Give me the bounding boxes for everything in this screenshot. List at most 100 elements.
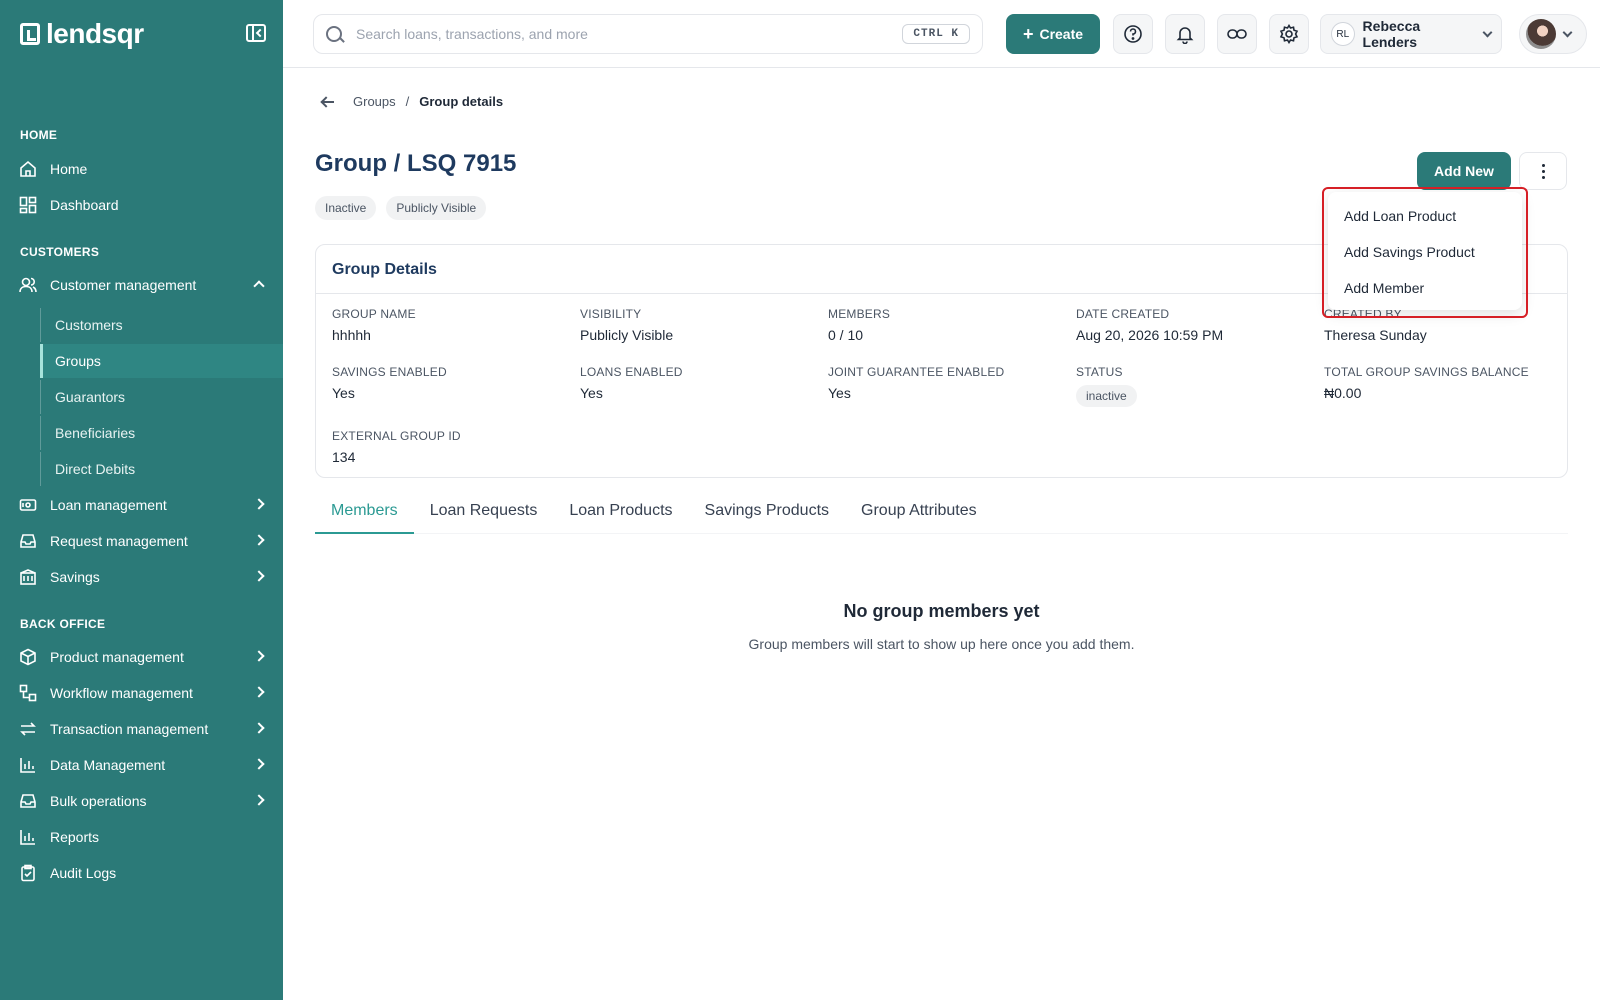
kebab-dot-icon	[1541, 163, 1545, 167]
sidebar-item-customer-management[interactable]: Customer management	[0, 268, 283, 302]
settings-button[interactable]	[1269, 14, 1309, 54]
sidebar-item-audit-logs[interactable]: Audit Logs	[0, 856, 283, 890]
sidebar-item-dashboard[interactable]: Dashboard	[0, 188, 283, 222]
breadcrumb-link-groups[interactable]: Groups	[353, 94, 396, 109]
dashboard-grid-icon	[18, 195, 38, 215]
tab-savings-products[interactable]: Savings Products	[689, 500, 846, 534]
breadcrumb-separator: /	[405, 94, 410, 109]
banknote-icon	[18, 495, 38, 515]
chevron-right-icon	[253, 650, 265, 662]
field-label: VISIBILITY	[580, 307, 642, 321]
tab-members[interactable]: Members	[315, 500, 414, 534]
links-button[interactable]	[1217, 14, 1257, 54]
search-icon	[326, 26, 342, 42]
field-visibility: VISIBILITY Publicly Visible	[580, 307, 673, 343]
clipboard-check-icon	[18, 863, 38, 883]
field-loans-enabled: LOANS ENABLED Yes	[580, 365, 683, 401]
section-home: HOME	[20, 128, 58, 142]
users-icon	[18, 275, 38, 295]
status-chips: Inactive Publicly Visible	[315, 196, 487, 220]
sidebar-item-label: Bulk operations	[50, 793, 147, 809]
inbox-icon	[18, 531, 38, 551]
bell-icon	[1176, 27, 1194, 44]
tab-group-attributes[interactable]: Group Attributes	[845, 500, 993, 534]
notifications-button[interactable]	[1165, 14, 1205, 54]
field-total-savings-balance: TOTAL GROUP SAVINGS BALANCE ₦0.00	[1324, 365, 1529, 401]
menu-item-add-member[interactable]: Add Member	[1328, 270, 1522, 306]
menu-item-add-savings-product[interactable]: Add Savings Product	[1328, 234, 1522, 270]
sidebar-subitem-direct-debits[interactable]: Direct Debits	[40, 452, 283, 486]
empty-state-title: No group members yet	[843, 601, 1040, 621]
field-value: Yes	[580, 385, 603, 401]
search-bar[interactable]: CTRL K	[313, 14, 983, 54]
sidebar-item-label: Customer management	[50, 277, 197, 293]
kebab-dot-icon	[1541, 175, 1545, 179]
gear-icon	[1279, 24, 1299, 44]
sidebar-item-data-management[interactable]: Data Management	[0, 748, 283, 782]
sidebar-item-reports[interactable]: Reports	[0, 820, 283, 854]
field-group-name: GROUP NAME hhhhh	[332, 307, 416, 343]
building-icon	[18, 567, 38, 587]
field-created-by: CREATED BY Theresa Sunday	[1324, 307, 1427, 343]
create-button-label: Create	[1039, 26, 1084, 42]
user-menu-button[interactable]: RL Rebecca Lenders	[1320, 14, 1502, 54]
house-icon	[18, 159, 38, 179]
logo-mark-icon	[20, 23, 40, 45]
user-initials: RL	[1331, 22, 1355, 46]
sidebar-item-label: Reports	[50, 829, 100, 845]
sidebar-subitem-customers[interactable]: Customers	[40, 308, 283, 342]
kebab-dot-icon	[1541, 169, 1545, 173]
link-icon	[1227, 29, 1247, 39]
avatar	[1526, 19, 1556, 49]
add-new-button[interactable]: Add New	[1417, 152, 1511, 190]
sidebar-item-label: Data Management	[50, 757, 166, 773]
sidebar-item-savings[interactable]: Savings	[0, 560, 283, 594]
plus-icon: +	[1022, 24, 1034, 44]
chevron-right-icon	[253, 570, 265, 582]
page-title: Group / LSQ 7915	[315, 150, 517, 177]
field-value: Yes	[828, 385, 851, 401]
sidebar-subitem-beneficiaries[interactable]: Beneficiaries	[40, 416, 283, 450]
sidebar-item-bulk-operations[interactable]: Bulk operations	[0, 784, 283, 818]
more-options-button[interactable]	[1519, 152, 1567, 190]
collapse-sidebar-icon[interactable]	[246, 24, 266, 42]
back-arrow-icon[interactable]	[321, 95, 335, 109]
chevron-right-icon	[253, 534, 265, 546]
chevron-right-icon	[253, 794, 265, 806]
field-label: STATUS	[1076, 365, 1123, 379]
chevron-right-icon	[253, 498, 265, 510]
section-back-office: BACK OFFICE	[20, 617, 106, 631]
chevron-down-icon	[1482, 27, 1493, 37]
sidebar-item-label: Home	[50, 161, 88, 177]
card-title: Group Details	[332, 261, 437, 278]
field-date-created: DATE CREATED Aug 20, 2026 10:59 PM	[1076, 307, 1223, 343]
field-label: GROUP NAME	[332, 307, 416, 321]
help-button[interactable]	[1113, 14, 1153, 54]
topbar: CTRL K + Create RL Rebecca Lenders	[283, 0, 1600, 68]
sidebar-item-label: Workflow management	[50, 685, 193, 701]
chevron-down-icon	[1562, 27, 1573, 37]
tab-loan-products[interactable]: Loan Products	[553, 500, 688, 534]
sidebar-item-request-management[interactable]: Request management	[0, 524, 283, 558]
sidebar-subitem-groups[interactable]: Groups	[40, 344, 283, 378]
brand-logo[interactable]: lendsqr	[20, 18, 144, 50]
keyboard-shortcut-badge: CTRL K	[902, 24, 970, 44]
sidebar-subitem-guarantors[interactable]: Guarantors	[40, 380, 283, 414]
sidebar-item-loan-management[interactable]: Loan management	[0, 488, 283, 522]
sidebar: lendsqr HOME Home Dashboard CUSTOMERS Cu…	[0, 0, 283, 1000]
field-status: STATUS inactive	[1076, 365, 1137, 407]
search-input[interactable]	[356, 26, 903, 42]
sidebar-item-product-management[interactable]: Product management	[0, 640, 283, 674]
sidebar-item-home[interactable]: Home	[0, 152, 283, 186]
menu-item-add-loan-product[interactable]: Add Loan Product	[1328, 198, 1522, 234]
profile-menu-button[interactable]	[1519, 14, 1587, 54]
sidebar-item-label: Dashboard	[50, 197, 119, 213]
sidebar-item-workflow-management[interactable]: Workflow management	[0, 676, 283, 710]
field-label: SAVINGS ENABLED	[332, 365, 447, 379]
status-badge: inactive	[1076, 385, 1137, 407]
sidebar-item-transaction-management[interactable]: Transaction management	[0, 712, 283, 746]
create-button[interactable]: + Create	[1006, 14, 1100, 54]
tab-loan-requests[interactable]: Loan Requests	[414, 500, 554, 534]
brand-name: lendsqr	[46, 18, 144, 49]
status-badge: Inactive	[315, 196, 377, 220]
